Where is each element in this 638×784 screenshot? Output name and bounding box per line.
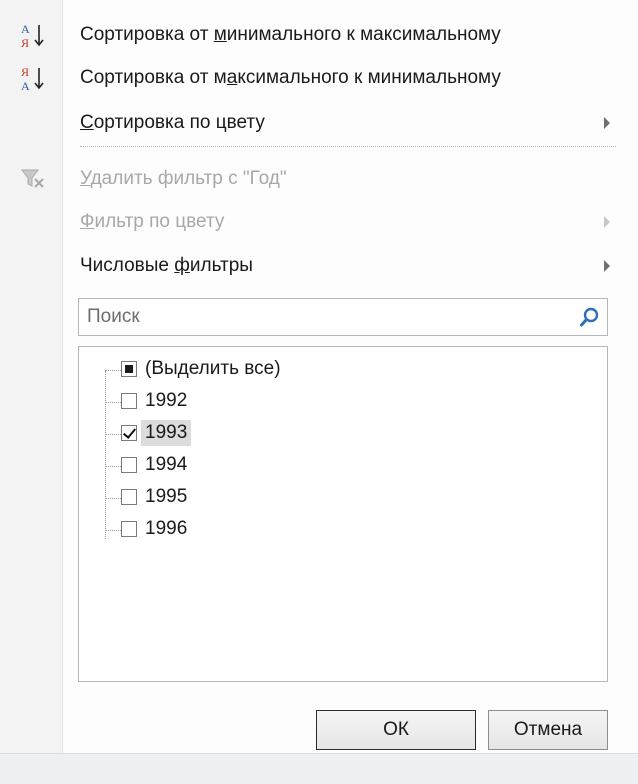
menu-item-sort-descending[interactable]: Я А Сортировка от максимального к минима… [0, 59, 620, 97]
sort-by-color-label: Сортировка по цвету [80, 112, 265, 133]
checkbox-1992[interactable] [121, 393, 137, 409]
checkbox-1993[interactable] [121, 425, 137, 441]
menu-separator [80, 146, 616, 147]
menu-item-number-filters[interactable]: Числовые фильтры [0, 247, 620, 285]
sort-icon-letter-bottom: А [21, 79, 30, 93]
tree-branch [105, 370, 121, 371]
number-filters-label: Числовые фильтры [80, 255, 253, 276]
sort-descending-label: Сортировка от максимального к минимально… [80, 67, 501, 88]
sort-icon-letter-top: А [21, 22, 30, 36]
submenu-arrow-icon [604, 216, 610, 228]
menu-item-sort-by-color[interactable]: Сортировка по цвету [0, 104, 620, 142]
filter-by-color-label: Фильтр по цвету [80, 211, 225, 232]
clear-filter-icon [18, 164, 48, 194]
sort-ascending-label: Сортировка от минимального к максимально… [80, 24, 501, 45]
sort-ascending-icon: А Я [18, 20, 48, 50]
list-item-select-all[interactable]: (Выделить все) [105, 355, 405, 385]
search-icon[interactable] [579, 306, 601, 328]
ok-button[interactable]: ОК [316, 710, 476, 750]
checkbox-1994[interactable] [121, 457, 137, 473]
search-input[interactable] [79, 299, 569, 335]
filter-dropdown-panel: А Я Сортировка от минимального к максима… [0, 0, 638, 784]
submenu-arrow-icon [604, 260, 610, 272]
checkbox-1996[interactable] [121, 521, 137, 537]
list-item-label: (Выделить все) [145, 358, 281, 379]
list-item-1993[interactable]: 1993 [105, 419, 405, 449]
tree-branch [105, 530, 121, 531]
cancel-button[interactable]: Отмена [488, 710, 608, 750]
menu-item-clear-filter[interactable]: Удалить фильтр с "Год" [0, 160, 620, 198]
list-item-label: 1995 [145, 486, 188, 507]
menu-item-sort-ascending[interactable]: А Я Сортировка от минимального к максима… [0, 16, 620, 54]
submenu-arrow-icon [604, 117, 610, 129]
search-box [78, 298, 608, 336]
menu-item-filter-by-color[interactable]: Фильтр по цвету [0, 203, 620, 241]
resize-strip[interactable] [0, 753, 638, 784]
tree-branch [105, 466, 121, 467]
tree-branch [105, 402, 121, 403]
list-item-label: 1992 [145, 390, 188, 411]
sort-descending-icon: Я А [18, 63, 48, 93]
checkbox-select-all[interactable] [121, 361, 137, 377]
checkbox-1995[interactable] [121, 489, 137, 505]
list-item-1996[interactable]: 1996 [105, 515, 405, 545]
list-item-label: 1994 [145, 454, 188, 475]
sort-icon-letter-top: Я [21, 65, 29, 79]
list-item-1995[interactable]: 1995 [105, 483, 405, 513]
value-list[interactable]: (Выделить все) 1992 1993 1994 1995 1996 [78, 346, 608, 682]
list-item-label: 1993 [141, 420, 192, 446]
tree-branch [105, 434, 121, 435]
clear-filter-label: Удалить фильтр с "Год" [80, 168, 287, 189]
list-item-label: 1996 [145, 518, 188, 539]
sort-icon-letter-bottom: Я [21, 36, 29, 50]
list-item-1994[interactable]: 1994 [105, 451, 405, 481]
list-item-1992[interactable]: 1992 [105, 387, 405, 417]
tree-branch [105, 498, 121, 499]
